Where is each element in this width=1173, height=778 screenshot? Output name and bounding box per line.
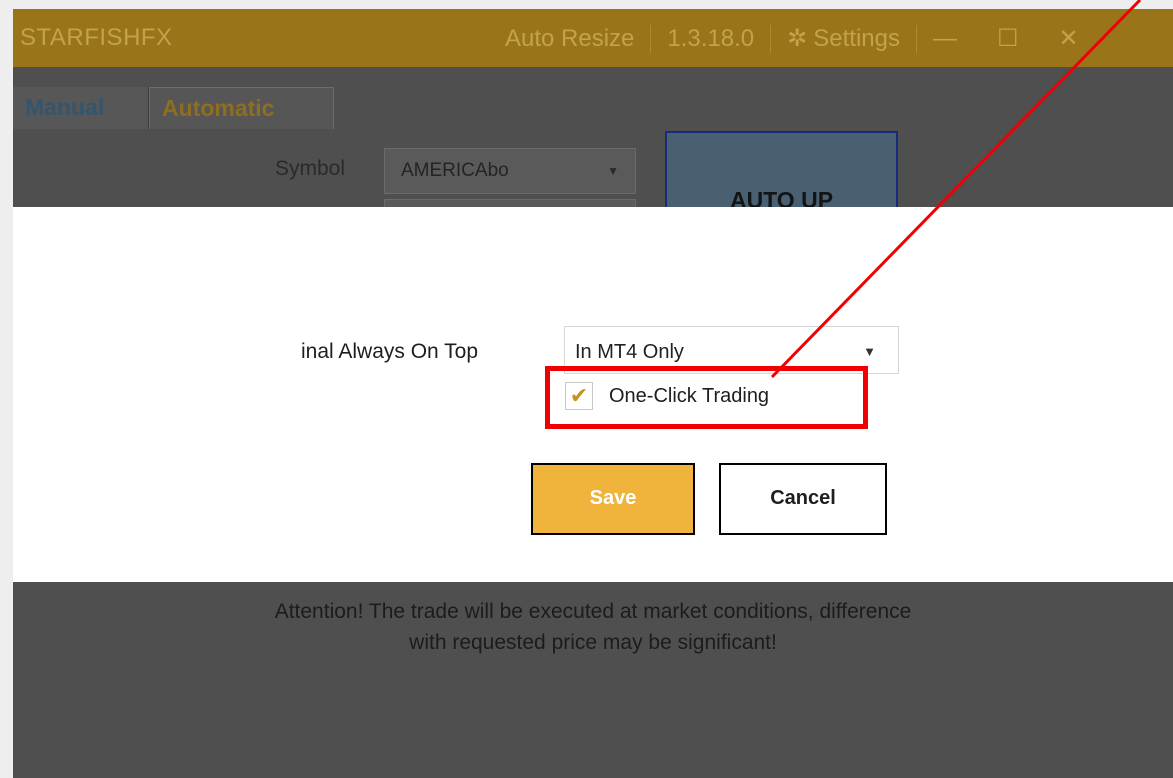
separator [1019,25,1059,53]
tab-automatic[interactable]: Automatic [149,87,334,129]
cancel-button[interactable]: Cancel [719,463,887,535]
one-click-trading-checkbox[interactable]: ✔ [565,382,593,410]
separator [770,24,772,53]
chevron-down-icon: ▼ [863,344,876,359]
symbol-value: AMERICAbo [401,160,509,181]
checkmark-icon: ✔ [569,383,589,408]
symbol-dropdown[interactable]: AMERICAbo ▼ [384,148,636,194]
separator [915,24,917,53]
one-click-trading-option[interactable]: ✔ One-Click Trading [565,378,769,414]
symbol-label: Symbol [275,157,346,180]
chevron-down-icon: ▼ [607,164,619,178]
one-click-trading-label: One-Click Trading [609,384,770,407]
attention-notice: Attention! The trade will be executed at… [13,596,1173,658]
always-on-top-label: inal Always On Top [301,340,479,363]
always-on-top-dropdown[interactable]: In MT4 Only ▼ [564,326,899,374]
notice-line-1: Attention! The trade will be executed at… [274,600,912,623]
minimize-button[interactable]: — [933,25,957,53]
maximize-button[interactable]: ☐ [997,24,1019,53]
separator [957,25,997,53]
notice-line-2: with requested price may be significant! [409,631,777,654]
separator [650,24,652,53]
settings-dialog: inal Always On Top In MT4 Only ▼ ✔ One-C… [13,207,1173,582]
save-button[interactable]: Save [531,463,695,535]
auto-resize-button[interactable]: Auto Resize [505,25,634,53]
mode-tabs: Manual Automatic [13,79,1173,129]
title-bar: STARFISHFX Auto Resize 1.3.18.0 ✲ Setting… [13,9,1173,67]
settings-button[interactable]: ✲ Settings [787,24,900,53]
title-bar-controls: Auto Resize 1.3.18.0 ✲ Settings — ☐ ✕ [505,24,1079,53]
settings-label: Settings [813,25,900,52]
tab-manual[interactable]: Manual [13,87,149,129]
close-button[interactable]: ✕ [1059,24,1079,53]
always-on-top-value: In MT4 Only [575,341,684,363]
version-label: 1.3.18.0 [667,24,755,52]
app-title: STARFISHFX [20,24,173,51]
app-window: STARFISHFX Auto Resize 1.3.18.0 ✲ Setting… [13,9,1173,778]
gear-icon: ✲ [787,25,808,52]
